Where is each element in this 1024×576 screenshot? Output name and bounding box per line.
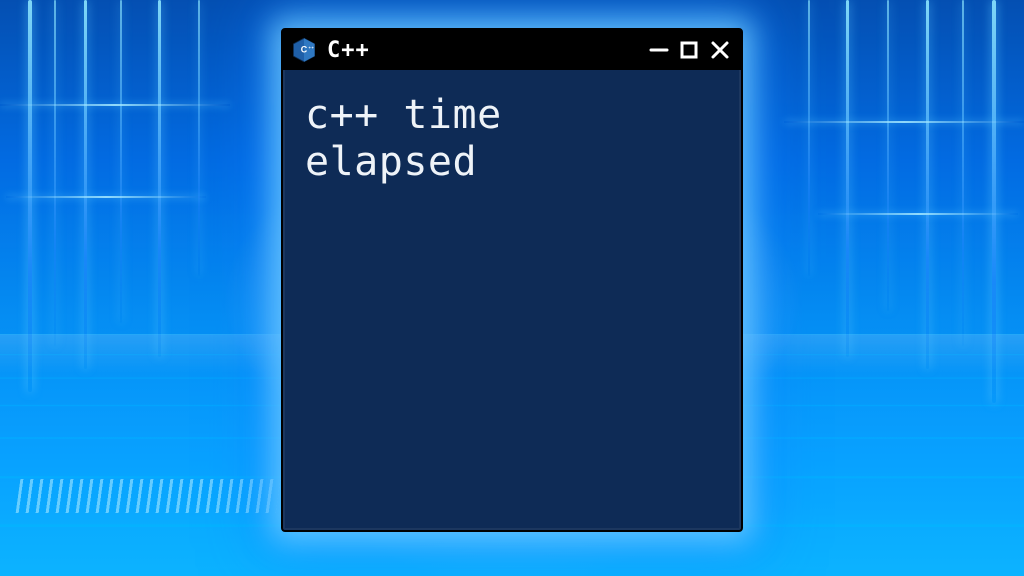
terminal-content: c++ time elapsed xyxy=(283,70,741,186)
window-title: C++ xyxy=(327,38,370,63)
title-left: C + + C++ xyxy=(291,37,370,63)
titlebar[interactable]: C + + C++ xyxy=(283,30,741,70)
close-button[interactable] xyxy=(709,39,731,61)
terminal-window: C + + C++ xyxy=(281,28,743,532)
svg-text:C: C xyxy=(301,44,308,54)
cpp-hex-icon: C + + xyxy=(291,37,317,63)
maximize-button[interactable] xyxy=(679,40,699,60)
window-controls xyxy=(649,39,731,61)
minimize-button[interactable] xyxy=(649,40,669,60)
